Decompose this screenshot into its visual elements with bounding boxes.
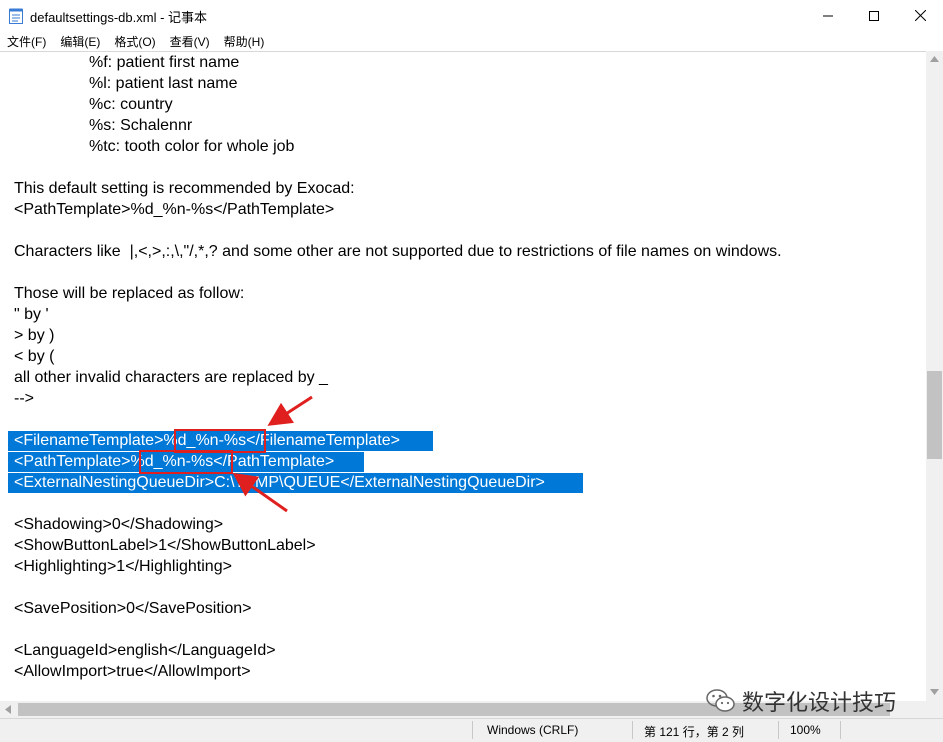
text-line: Those will be replaced as follow:	[14, 285, 245, 302]
text-line: <AllowImport>true</AllowImport>	[14, 663, 251, 680]
text-line: %tc: tooth color for whole job	[89, 138, 295, 155]
notepad-icon	[9, 8, 23, 24]
text-line: <PathTemplate>%d_%n-%s</PathTemplate>	[14, 201, 335, 218]
close-button[interactable]	[897, 0, 943, 31]
status-divider	[472, 721, 473, 739]
watermark: 数字化设计技巧	[706, 684, 896, 718]
scroll-down-icon[interactable]	[930, 689, 939, 695]
text-line: %f: patient first name	[89, 54, 240, 71]
text-line: <Shadowing>0</Shadowing>	[14, 516, 224, 533]
maximize-button[interactable]	[851, 0, 897, 31]
text-line: <LanguageId>english</LanguageId>	[14, 642, 276, 659]
title-bar: defaultsettings-db.xml - 记事本	[0, 0, 943, 31]
menu-view[interactable]: 查看(V)	[163, 31, 217, 51]
text-line: <Highlighting>1</Highlighting>	[14, 558, 232, 575]
text-line: Characters like |,<,>,:,\,"/,*,? and som…	[14, 243, 782, 260]
menu-file[interactable]: 文件(F)	[0, 31, 53, 51]
window-title: defaultsettings-db.xml - 记事本	[30, 10, 208, 25]
vertical-scroll-thumb[interactable]	[927, 371, 942, 459]
text-line: %c: country	[89, 96, 173, 113]
text-line: > by )	[14, 327, 55, 344]
status-cursor-position: 第 121 行，第 2 列	[644, 725, 745, 739]
scroll-left-icon[interactable]	[5, 705, 11, 714]
text-line: " by '	[14, 306, 49, 323]
status-divider	[840, 721, 841, 739]
wechat-icon	[706, 689, 735, 712]
menu-format[interactable]: 格式(O)	[107, 31, 162, 51]
vertical-scrollbar[interactable]	[926, 51, 943, 701]
text-line: <ShowButtonLabel>1</ShowButtonLabel>	[14, 537, 316, 554]
text-line-selected: <ExternalNestingQueueDir>C:\TEMP\QUEUE</…	[14, 474, 545, 491]
close-icon	[914, 10, 926, 21]
minimize-icon	[823, 15, 833, 16]
text-line: This default setting is recommended by E…	[14, 180, 355, 197]
text-line-selected: <PathTemplate>%d_%n-%s</PathTemplate>	[14, 453, 335, 470]
watermark-text: 数字化设计技巧	[742, 690, 897, 715]
menu-bar: 文件(F) 编辑(E) 格式(O) 查看(V) 帮助(H)	[0, 31, 943, 51]
text-line: %l: patient last name	[89, 75, 238, 92]
scrollbar-corner	[926, 701, 943, 718]
maximize-icon	[869, 10, 879, 21]
status-line-ending: Windows (CRLF)	[487, 723, 579, 737]
text-line-selected: <FilenameTemplate>%d_%n-%s</FilenameTemp…	[14, 432, 400, 449]
text-editor[interactable]: %f: patient first name %l: patient last …	[0, 51, 926, 702]
status-bar: Windows (CRLF) 第 121 行，第 2 列 100%	[0, 718, 943, 742]
scroll-up-icon[interactable]	[930, 56, 939, 62]
status-zoom: 100%	[790, 723, 821, 737]
text-line: %s: Schalennr	[89, 117, 193, 134]
text-line: <SavePosition>0</SavePosition>	[14, 600, 252, 617]
status-divider	[632, 721, 633, 739]
minimize-button[interactable]	[805, 0, 851, 31]
text-line: all other invalid characters are replace…	[14, 369, 328, 386]
text-line: < by (	[14, 348, 55, 365]
menu-edit[interactable]: 编辑(E)	[53, 31, 107, 51]
status-divider	[778, 721, 779, 739]
text-line: -->	[14, 390, 34, 407]
menu-help[interactable]: 帮助(H)	[217, 31, 272, 51]
